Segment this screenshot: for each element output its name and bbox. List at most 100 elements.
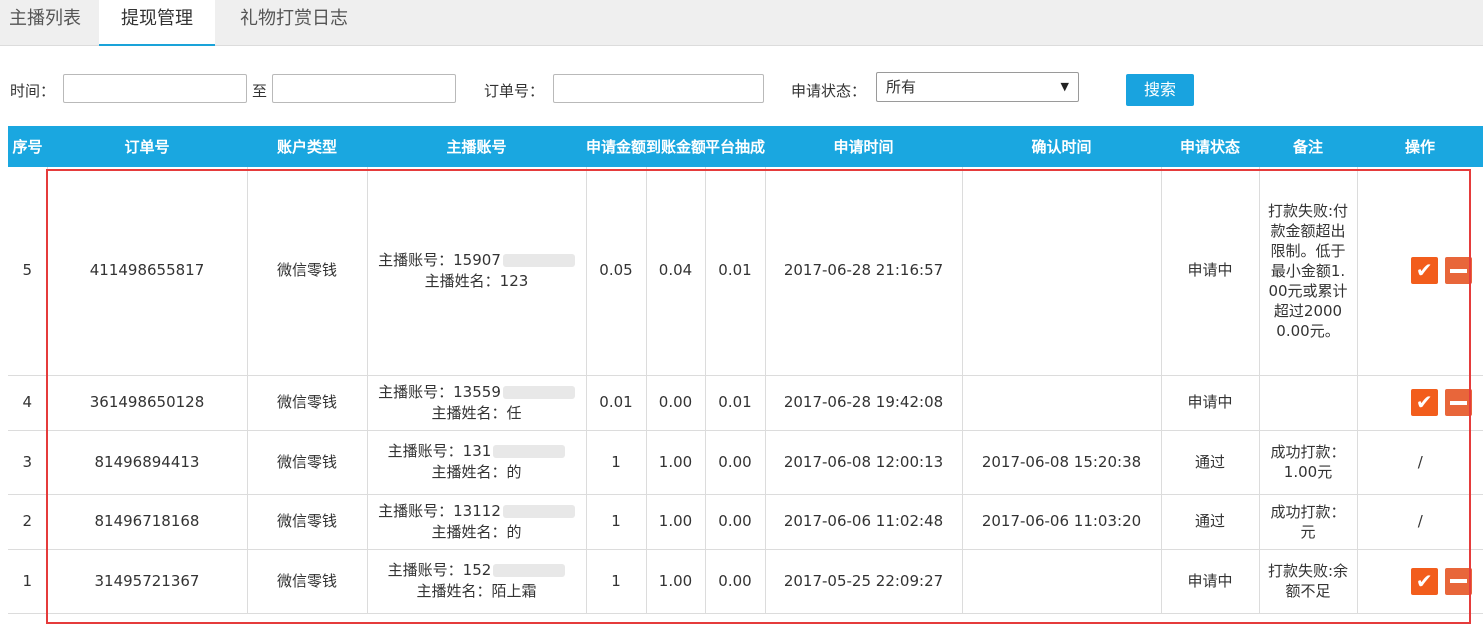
- cell-account: 主播账号：152 主播姓名：陌上霜: [367, 549, 587, 614]
- withdraw-table: 序号 订单号 账户类型 主播账号 申请金额 到账金额 平台抽成 申请时间 确认时…: [8, 126, 1483, 614]
- cell-fee: 0.01: [705, 167, 766, 376]
- status-select[interactable]: 所有 ▼: [876, 72, 1079, 102]
- header-cell: 账户类型: [247, 126, 367, 167]
- cell-amount: 0.01: [586, 375, 647, 431]
- cell-status: 通过: [1161, 430, 1260, 495]
- approve-button[interactable]: ✔: [1410, 389, 1438, 416]
- cell-order: 81496894413: [47, 430, 248, 495]
- minus-icon: [1449, 268, 1467, 273]
- check-icon: ✔: [1415, 568, 1433, 593]
- tab-anchor-list[interactable]: 主播列表: [0, 0, 90, 45]
- cell-seq: 4: [8, 375, 48, 431]
- table-row: 4 361498650128 微信零钱 主播账号：13559 主播姓名：任 0.01 0.0…: [8, 375, 1483, 431]
- header-cell: 订单号: [47, 126, 247, 167]
- cell-amount: 0.05: [586, 167, 647, 376]
- cell-fee: 0.00: [705, 549, 766, 614]
- cell-confirm-time: 2017-06-08 15:20:38: [962, 430, 1162, 495]
- order-number-input[interactable]: [553, 74, 764, 103]
- header-cell: 主播账号: [367, 126, 586, 167]
- to-label: 至: [252, 82, 268, 100]
- cell-seq: 5: [8, 167, 48, 376]
- cell-seq: 2: [8, 494, 48, 550]
- cell-order: 81496718168: [47, 494, 248, 550]
- cell-status: 申请中: [1161, 375, 1260, 431]
- cell-received: 0.00: [646, 375, 706, 431]
- reject-button[interactable]: [1444, 567, 1472, 595]
- cell-amount: 1: [586, 549, 647, 614]
- row-actions: ✔: [1410, 567, 1472, 595]
- header-cell: 申请状态: [1161, 126, 1259, 167]
- cell-apply-time: 2017-06-08 12:00:13: [765, 430, 963, 495]
- table-row: 3 81496894413 微信零钱 主播账号：131 主播姓名：的 1 1.00 0.00 2…: [8, 430, 1483, 495]
- cell-order: 411498655817: [47, 167, 248, 376]
- cell-account: 主播账号：13112 主播姓名：的: [367, 494, 587, 550]
- time-label: 时间：: [10, 82, 56, 100]
- account-name: 主播姓名：任: [431, 403, 522, 422]
- minus-icon: [1449, 579, 1467, 583]
- header-cell: 申请时间: [765, 126, 962, 167]
- cell-received: 1.00: [646, 549, 706, 614]
- header-cell: 备注: [1259, 126, 1357, 167]
- status-select-value: 所有: [886, 78, 917, 96]
- account-name: 主播姓名：的: [431, 463, 522, 481]
- masked-account: [502, 504, 575, 518]
- cell-operation: ✔: [1357, 167, 1483, 376]
- row-actions: ✔: [1410, 257, 1472, 285]
- reject-button[interactable]: [1444, 389, 1472, 416]
- header-cell: 确认时间: [962, 126, 1161, 167]
- cell-apply-time: 2017-06-06 11:02:48: [765, 494, 963, 550]
- filter-bar: 时间： 至 订单号： 申请状态： 所有 ▼ 搜索: [0, 58, 1483, 118]
- cell-amount: 1: [586, 494, 647, 550]
- header-cell: 序号: [8, 126, 47, 167]
- cell-note: 成功打款：1.00元: [1259, 430, 1358, 495]
- cell-apply-time: 2017-05-25 22:09:27: [765, 549, 963, 614]
- cell-seq: 1: [8, 549, 48, 614]
- search-button[interactable]: 搜索: [1126, 74, 1194, 106]
- cell-operation: ✔: [1357, 549, 1483, 614]
- chevron-down-icon: ▼: [1060, 80, 1069, 93]
- account-name: 主播姓名：的: [431, 522, 522, 541]
- cell-account: 主播账号：15907 主播姓名：123: [367, 167, 587, 376]
- reject-button[interactable]: [1444, 257, 1472, 285]
- cell-seq: 3: [8, 430, 48, 495]
- cell-note: [1259, 375, 1358, 431]
- table-header-row: 序号 订单号 账户类型 主播账号 申请金额 到账金额 平台抽成 申请时间 确认时…: [8, 126, 1483, 167]
- tab-bar: 主播列表 提现管理 礼物打赏日志: [0, 0, 1483, 46]
- cell-order: 31495721367: [47, 549, 248, 614]
- cell-status: 申请中: [1161, 549, 1260, 614]
- masked-account: [493, 564, 566, 577]
- table-row: 1 31495721367 微信零钱 主播账号：152 主播姓名：陌上霜 1 1.00 0.0…: [8, 549, 1483, 614]
- tab-gift-log[interactable]: 礼物打赏日志: [224, 0, 364, 45]
- cell-operation: /: [1357, 430, 1483, 495]
- cell-confirm-time: [962, 549, 1162, 614]
- cell-confirm-time: [962, 167, 1162, 376]
- account-name: 主播姓名：陌上霜: [416, 582, 537, 600]
- cell-type: 微信零钱: [247, 430, 368, 495]
- header-cell: 操作: [1357, 126, 1483, 167]
- cell-fee: 0.01: [705, 375, 766, 431]
- account-number: 主播账号：13112: [378, 501, 501, 520]
- cell-type: 微信零钱: [247, 494, 368, 550]
- cell-type: 微信零钱: [247, 167, 368, 376]
- cell-apply-time: 2017-06-28 21:16:57: [765, 167, 963, 376]
- tab-withdraw-management[interactable]: 提现管理: [99, 0, 215, 46]
- header-cell: 平台抽成: [705, 126, 765, 167]
- check-icon: ✔: [1415, 258, 1433, 283]
- cell-received: 1.00: [646, 430, 706, 495]
- table-row: 2 81496718168 微信零钱 主播账号：13112 主播姓名：的 1 1.00 0.0…: [8, 494, 1483, 550]
- approve-button[interactable]: ✔: [1410, 567, 1438, 595]
- start-time-input[interactable]: [63, 74, 247, 103]
- cell-received: 0.04: [646, 167, 706, 376]
- account-number: 主播账号：15907: [378, 250, 501, 269]
- end-time-input[interactable]: [272, 74, 456, 103]
- status-label: 申请状态：: [791, 82, 867, 100]
- masked-account: [493, 445, 566, 458]
- row-actions: ✔: [1410, 389, 1472, 416]
- header-cell: 申请金额: [586, 126, 646, 167]
- cell-type: 微信零钱: [247, 375, 368, 431]
- approve-button[interactable]: ✔: [1410, 257, 1438, 285]
- cell-amount: 1: [586, 430, 647, 495]
- account-number: 主播账号：13559: [378, 382, 501, 401]
- account-number: 主播账号：152: [387, 561, 492, 579]
- account-number: 主播账号：131: [387, 442, 492, 460]
